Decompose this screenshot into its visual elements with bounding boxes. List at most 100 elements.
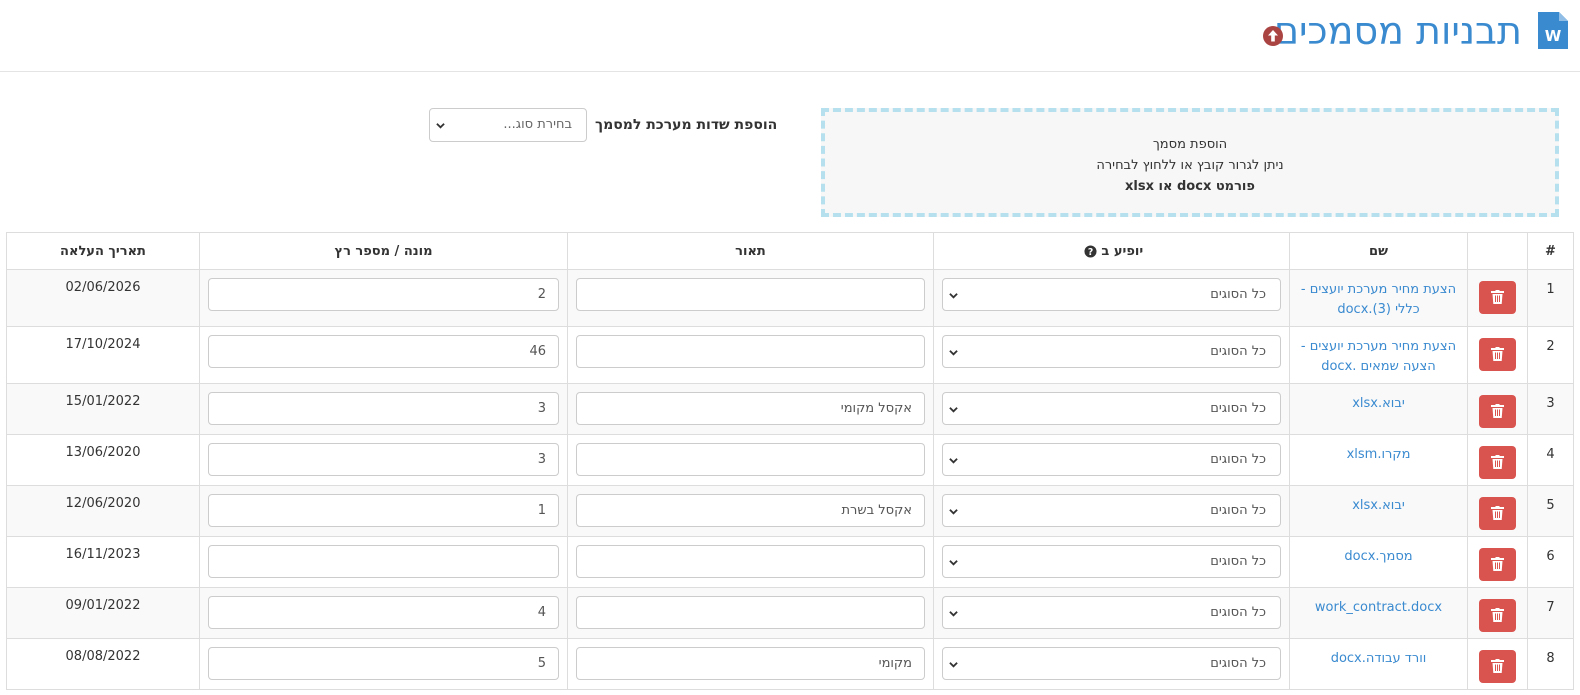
column-header-description[interactable]: תאור xyxy=(567,232,934,270)
delete-button[interactable] xyxy=(1479,599,1516,632)
table-row: 5 יבוא.xlsx כל הסוגים אקסל בשרת 1 12/06/… xyxy=(6,485,1574,537)
delete-button[interactable] xyxy=(1479,281,1516,314)
chevron-down-icon xyxy=(949,611,958,617)
svg-text:W: W xyxy=(1545,27,1562,45)
document-link[interactable]: מקרו.xlsm xyxy=(1347,447,1411,462)
dropzone-formats: פורמט docx או xlsx xyxy=(1125,179,1255,194)
delete-cell xyxy=(1467,485,1528,537)
row-number: 4 xyxy=(1527,434,1574,486)
appears-in-cell: כל הסוגים xyxy=(933,536,1290,588)
delete-button[interactable] xyxy=(1479,338,1516,371)
appears-in-select[interactable]: כל הסוגים xyxy=(942,443,1281,476)
appears-in-value: כל הסוגים xyxy=(1210,554,1266,569)
table-row: 7 work_contract.docx כל הסוגים 4 09/01/2… xyxy=(6,587,1574,639)
appears-in-value: כל הסוגים xyxy=(1210,605,1266,620)
delete-button[interactable] xyxy=(1479,650,1516,683)
row-number: 1 xyxy=(1527,269,1574,327)
documents-table: # שם יופיע ב ? תאור מונה / מספר רץ תאריך… xyxy=(6,232,1574,690)
description-cell xyxy=(567,536,934,588)
system-fields-row: הוספת שדות מערכת למסמך בחירת סוג... xyxy=(429,108,777,142)
table-row: 2 הצעת מחיר מערכת יועצים - הצעה שמאים .d… xyxy=(6,326,1574,384)
appears-in-select[interactable]: כל הסוגים xyxy=(942,494,1281,527)
delete-button[interactable] xyxy=(1479,446,1516,479)
description-input[interactable]: מקומי xyxy=(576,647,925,680)
appears-in-select[interactable]: כל הסוגים xyxy=(942,647,1281,680)
name-cell: יבוא.xlsx xyxy=(1289,383,1468,435)
system-fields-label: הוספת שדות מערכת למסמך xyxy=(595,117,778,133)
appears-in-value: כל הסוגים xyxy=(1210,503,1266,518)
description-input[interactable] xyxy=(576,545,925,578)
column-header-appears-in[interactable]: יופיע ב ? xyxy=(933,232,1290,270)
document-link[interactable]: יבוא.xlsx xyxy=(1352,396,1405,411)
document-link[interactable]: work_contract.docx xyxy=(1315,600,1442,615)
delete-cell xyxy=(1467,383,1528,435)
column-header-counter[interactable]: מונה / מספר רץ xyxy=(199,232,568,270)
file-dropzone[interactable]: הוספת מסמך ניתן לגרור קובץ או ללחוץ לבחי… xyxy=(821,108,1559,217)
table-row: 1 הצעת מחיר מערכת יועצים - כללי (3).docx… xyxy=(6,269,1574,327)
counter-input[interactable]: 3 xyxy=(208,443,559,476)
chevron-down-icon xyxy=(949,458,958,464)
arrow-up-circle-icon[interactable] xyxy=(1262,25,1284,47)
appears-in-select[interactable]: כל הסוגים xyxy=(942,392,1281,425)
description-input[interactable] xyxy=(576,335,925,368)
counter-cell: 1 xyxy=(199,485,568,537)
appears-in-select[interactable]: כל הסוגים xyxy=(942,278,1281,311)
delete-button[interactable] xyxy=(1479,548,1516,581)
table-row: 8 וורד עבודה.docx כל הסוגים מקומי 5 08/0… xyxy=(6,638,1574,690)
word-document-icon: W xyxy=(1538,12,1568,49)
trash-icon xyxy=(1491,608,1504,622)
document-link[interactable]: מסמך.docx xyxy=(1344,549,1412,564)
description-cell xyxy=(567,434,934,486)
description-input[interactable] xyxy=(576,443,925,476)
appears-in-select[interactable]: כל הסוגים xyxy=(942,335,1281,368)
upload-date: 09/01/2022 xyxy=(6,587,200,639)
appears-in-cell: כל הסוגים xyxy=(933,383,1290,435)
description-input[interactable] xyxy=(576,596,925,629)
counter-input[interactable]: 4 xyxy=(208,596,559,629)
appears-in-value: כל הסוגים xyxy=(1210,344,1266,359)
counter-input[interactable]: 2 xyxy=(208,278,559,311)
counter-cell: 46 xyxy=(199,326,568,384)
description-input[interactable]: אקסל מקומי xyxy=(576,392,925,425)
description-input[interactable]: אקסל בשרת xyxy=(576,494,925,527)
counter-input[interactable]: 46 xyxy=(208,335,559,368)
chevron-down-icon xyxy=(949,407,958,413)
counter-input[interactable]: 5 xyxy=(208,647,559,680)
counter-input[interactable]: 1 xyxy=(208,494,559,527)
description-input[interactable] xyxy=(576,278,925,311)
description-cell xyxy=(567,269,934,327)
chevron-down-icon xyxy=(949,293,958,299)
appears-in-cell: כל הסוגים xyxy=(933,587,1290,639)
row-number: 8 xyxy=(1527,638,1574,690)
column-header-actions xyxy=(1467,232,1528,270)
dropzone-title: הוספת מסמך xyxy=(1152,137,1228,152)
column-header-name[interactable]: שם xyxy=(1289,232,1468,270)
page-title: תבניות מסמכים xyxy=(1273,9,1522,53)
appears-in-value: כל הסוגים xyxy=(1210,452,1266,467)
table-row: 4 מקרו.xlsm כל הסוגים 3 13/06/2020 xyxy=(6,434,1574,486)
name-cell: work_contract.docx xyxy=(1289,587,1468,639)
delete-button[interactable] xyxy=(1479,395,1516,428)
document-link[interactable]: הצעת מחיר מערכת יועצים - כללי (3).docx xyxy=(1301,282,1456,317)
upload-date: 15/01/2022 xyxy=(6,383,200,435)
counter-cell: 4 xyxy=(199,587,568,639)
delete-button[interactable] xyxy=(1479,497,1516,530)
counter-input[interactable]: 3 xyxy=(208,392,559,425)
appears-in-select[interactable]: כל הסוגים xyxy=(942,596,1281,629)
counter-input[interactable] xyxy=(208,545,559,578)
delete-cell xyxy=(1467,326,1528,384)
name-cell: מקרו.xlsm xyxy=(1289,434,1468,486)
column-header-upload-date[interactable]: תאריך העלאה xyxy=(6,232,200,270)
document-link[interactable]: וורד עבודה.docx xyxy=(1331,651,1427,666)
question-circle-icon[interactable]: ? xyxy=(1084,244,1097,258)
row-number: 6 xyxy=(1527,536,1574,588)
trash-icon xyxy=(1491,404,1504,418)
document-link[interactable]: הצעת מחיר מערכת יועצים - הצעה שמאים .doc… xyxy=(1301,339,1456,374)
appears-in-select[interactable]: כל הסוגים xyxy=(942,545,1281,578)
appears-in-cell: כל הסוגים xyxy=(933,485,1290,537)
counter-cell: 5 xyxy=(199,638,568,690)
document-link[interactable]: יבוא.xlsx xyxy=(1352,498,1405,513)
system-fields-select[interactable]: בחירת סוג... xyxy=(429,108,587,142)
appears-in-value: כל הסוגים xyxy=(1210,287,1266,302)
appears-in-value: כל הסוגים xyxy=(1210,656,1266,671)
